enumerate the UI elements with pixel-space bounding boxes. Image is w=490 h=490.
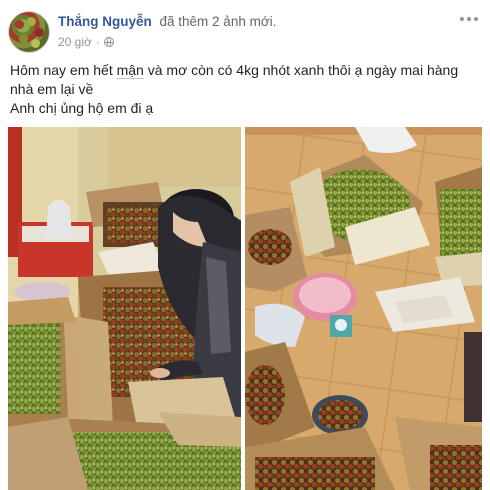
post-header-line: Thắng Nguyễn đã thêm 2 ảnh mới. xyxy=(58,14,276,32)
post-photo-1[interactable] xyxy=(8,127,241,490)
post-action-text: đã thêm 2 ảnh mới. xyxy=(159,14,277,29)
globe-icon[interactable] xyxy=(103,37,114,47)
meta-separator: · xyxy=(95,35,100,49)
post-text-line-2: Anh chị ủng hộ em đi ạ xyxy=(10,100,154,116)
author-avatar[interactable] xyxy=(8,11,50,53)
post-timestamp[interactable]: 20 giờ xyxy=(58,35,92,49)
post-text: Hôm nay em hết mận và mơ còn có 4kg nhót… xyxy=(10,61,470,118)
post-text-segment: Hôm nay em hết xyxy=(10,62,117,78)
facebook-post: Thắng Nguyễn đã thêm 2 ảnh mới. 20 giờ ·… xyxy=(0,0,490,490)
post-photo-2[interactable] xyxy=(245,127,482,490)
more-horizontal-icon[interactable] xyxy=(460,14,478,24)
post-text-highlight: mận xyxy=(116,62,144,79)
post-meta: 20 giờ · xyxy=(58,34,114,50)
author-name-link[interactable]: Thắng Nguyễn xyxy=(58,14,152,29)
post-text-line-1: Hôm nay em hết mận và mơ còn có 4kg nhót… xyxy=(10,61,470,99)
